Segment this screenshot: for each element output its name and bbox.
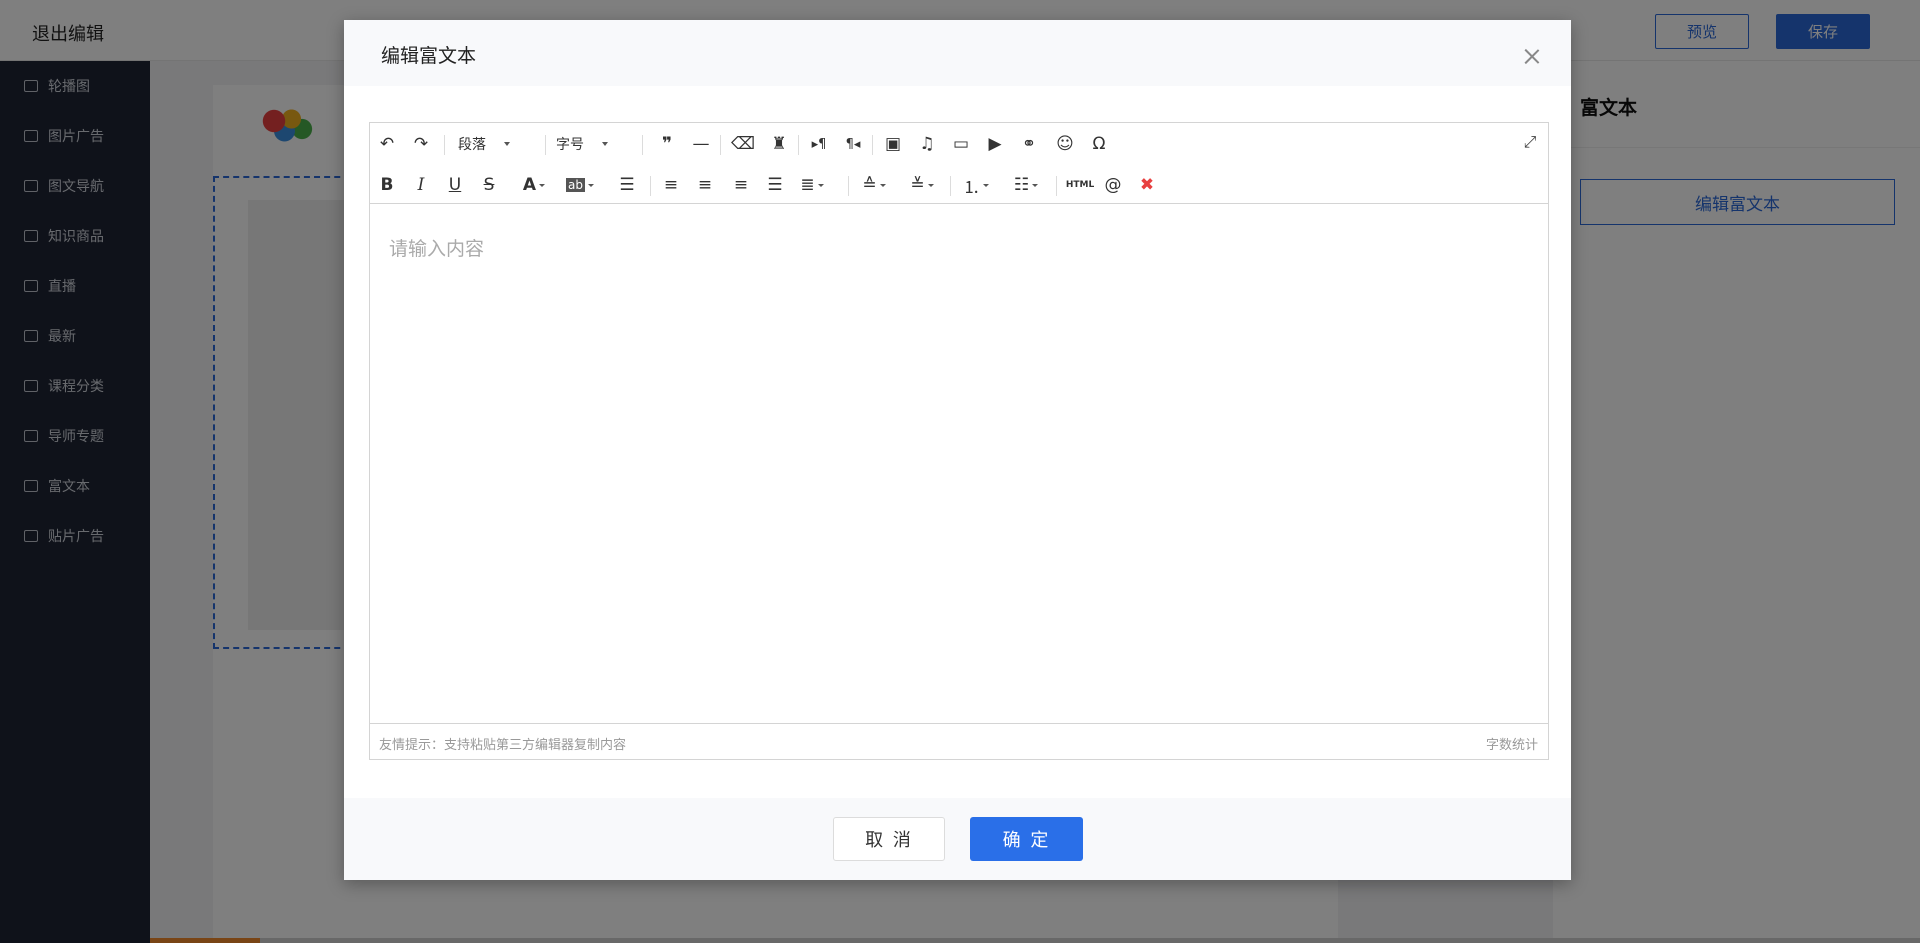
align-right-icon[interactable]: ≡	[728, 172, 754, 198]
highlight-color-icon[interactable]: ab	[562, 172, 598, 198]
editor-content-area[interactable]: 请输入内容	[370, 205, 1548, 720]
link-icon[interactable]: ⚭	[1016, 131, 1042, 157]
confirm-button[interactable]: 确 定	[970, 817, 1083, 861]
chevron-down-icon	[504, 142, 510, 146]
format-brush-icon[interactable]: ♜	[766, 131, 792, 157]
search-replace-icon[interactable]: @	[1100, 172, 1126, 198]
spacing-top-icon[interactable]: ≙	[856, 172, 892, 198]
align-center-icon[interactable]: ≡	[692, 172, 718, 198]
video-icon[interactable]: ▭	[948, 131, 974, 157]
editor-placeholder: 请输入内容	[389, 238, 485, 260]
align-left-icon[interactable]: ≡	[658, 172, 684, 198]
spacing-bottom-icon[interactable]: ≚	[904, 172, 940, 198]
modal-title: 编辑富文本	[381, 45, 477, 67]
redo-icon[interactable]: ↷	[408, 131, 434, 157]
horizontal-rule-icon[interactable]: —	[688, 131, 714, 157]
paragraph-label: 段落	[458, 137, 486, 153]
italic-icon[interactable]: I	[408, 172, 434, 198]
close-icon[interactable]	[1524, 48, 1540, 64]
special-char-icon[interactable]: Ω	[1086, 131, 1112, 157]
paragraph-select[interactable]: 段落	[458, 131, 510, 157]
emoji-icon[interactable]: ☺	[1052, 131, 1078, 157]
rtl-direction-icon[interactable]: ¶◂	[840, 131, 866, 157]
word-count[interactable]: 字数统计	[1486, 734, 1538, 753]
eraser-icon[interactable]: ⌫	[730, 131, 756, 157]
richtext-modal: 编辑富文本 ↶ ↷ 段落 字号 ❞ — ⌫ ♜ ▸¶ ¶◂ ▣ ♫ ▭ ▶ ⚭	[344, 20, 1571, 880]
fullscreen-icon[interactable]: ⤢	[1520, 132, 1540, 152]
cancel-button[interactable]: 取 消	[833, 817, 945, 861]
chevron-down-icon	[602, 142, 608, 146]
paste-tip: 友情提示：支持粘贴第三方编辑器复制内容	[379, 738, 627, 753]
modal-header: 编辑富文本	[344, 20, 1571, 86]
line-height-icon[interactable]: ≣	[794, 172, 830, 198]
music-icon[interactable]: ♫	[914, 131, 940, 157]
bold-icon[interactable]: B	[374, 172, 400, 198]
font-color-icon[interactable]: A	[516, 172, 552, 198]
html-source-icon[interactable]: HTML	[1064, 172, 1096, 198]
align-justify-icon[interactable]: ☰	[762, 172, 788, 198]
editor-statusbar: 友情提示：支持粘贴第三方编辑器复制内容 字数统计	[370, 723, 1548, 759]
fontsize-select[interactable]: 字号	[556, 131, 608, 157]
fontsize-label: 字号	[556, 137, 584, 153]
blockquote-icon[interactable]: ❞	[654, 131, 680, 157]
media-file-icon[interactable]: ▶	[982, 131, 1008, 157]
strikethrough-icon[interactable]: S	[476, 172, 502, 198]
editor-toolbar: ↶ ↷ 段落 字号 ❞ — ⌫ ♜ ▸¶ ¶◂ ▣ ♫ ▭ ▶ ⚭ ☺ Ω ⤢ …	[370, 123, 1548, 204]
indent-icon[interactable]: ☰	[614, 172, 640, 198]
modal-footer: 取 消 确 定	[344, 798, 1571, 880]
undo-icon[interactable]: ↶	[374, 131, 400, 157]
ordered-list-icon[interactable]: ⒈	[958, 172, 994, 198]
unordered-list-icon[interactable]: ☷	[1008, 172, 1044, 198]
richtext-editor: ↶ ↷ 段落 字号 ❞ — ⌫ ♜ ▸¶ ¶◂ ▣ ♫ ▭ ▶ ⚭ ☺ Ω ⤢ …	[369, 122, 1549, 760]
ltr-direction-icon[interactable]: ▸¶	[806, 131, 832, 157]
plugin-icon[interactable]: ✖	[1134, 172, 1160, 198]
image-icon[interactable]: ▣	[880, 131, 906, 157]
underline-icon[interactable]: U	[442, 172, 468, 198]
